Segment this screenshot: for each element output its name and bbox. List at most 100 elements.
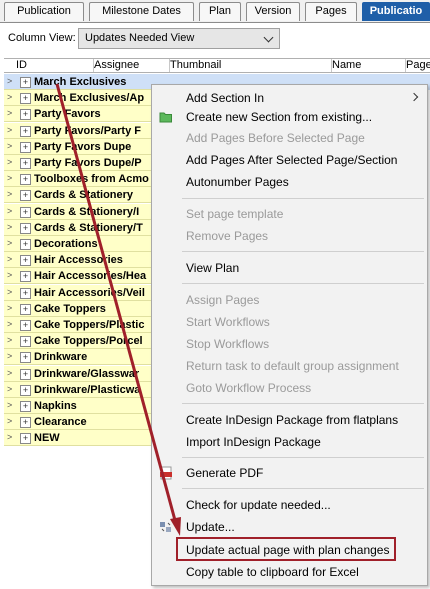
menu-item-stop-workflows[interactable]: Stop Workflows: [152, 333, 427, 355]
expand-icon[interactable]: +: [20, 433, 31, 445]
menu-separator: [182, 283, 424, 284]
tab-publication-active[interactable]: Publicatio: [362, 2, 430, 21]
expand-icon[interactable]: +: [20, 174, 31, 186]
expand-icon[interactable]: +: [20, 417, 31, 429]
row-arrow-icon: >: [7, 400, 13, 410]
column-view-label: Column View:: [8, 32, 76, 44]
menu-separator: [182, 198, 424, 199]
expand-icon[interactable]: +: [20, 336, 31, 348]
menu-item-add-pages-after[interactable]: Add Pages After Selected Page/Section: [152, 149, 427, 171]
tab-publication[interactable]: Publication: [4, 2, 84, 21]
menu-item-start-workflows[interactable]: Start Workflows: [152, 311, 427, 333]
menu-separator: [182, 403, 424, 404]
column-view-value: Updates Needed View: [85, 32, 195, 44]
expand-icon[interactable]: +: [20, 255, 31, 267]
menu-item-create-indesign-package[interactable]: Create InDesign Package from flatplans: [152, 409, 427, 431]
menu-separator: [182, 251, 424, 252]
section-name: Clearance: [34, 416, 87, 429]
expand-icon[interactable]: +: [20, 125, 31, 137]
expand-icon[interactable]: +: [20, 303, 31, 315]
section-name: Toolboxes from Acmo: [34, 173, 149, 186]
tab-version[interactable]: Version: [246, 2, 300, 21]
menu-item-autonumber-pages[interactable]: Autonumber Pages: [152, 171, 427, 193]
tab-pages[interactable]: Pages: [305, 2, 357, 21]
expand-icon[interactable]: +: [20, 239, 31, 250]
row-arrow-icon: >: [7, 302, 13, 313]
menu-separator: [182, 457, 424, 458]
section-name: Drinkware/Plasticwa: [34, 383, 141, 396]
annotation-highlight-box: [176, 537, 396, 561]
menu-item-import-indesign-package[interactable]: Import InDesign Package: [152, 431, 427, 453]
row-arrow-icon: >: [7, 140, 13, 151]
row-arrow-icon: >: [7, 351, 13, 362]
expand-icon[interactable]: +: [20, 368, 31, 380]
expand-icon[interactable]: +: [20, 401, 31, 412]
section-name: Cake Toppers/Plastic: [34, 319, 145, 331]
section-name: March Exclusives/Ap: [34, 92, 145, 105]
section-name: March Exclusives: [34, 76, 127, 88]
expand-icon[interactable]: +: [20, 93, 31, 105]
menu-item-update[interactable]: Update...: [152, 516, 427, 538]
expand-icon[interactable]: +: [20, 206, 31, 218]
row-arrow-icon: >: [7, 221, 13, 232]
chevron-down-icon: [263, 32, 274, 43]
section-name: Cake Toppers: [34, 302, 106, 315]
menu-item-return-task[interactable]: Return task to default group assignment: [152, 355, 427, 377]
section-name: NEW: [34, 432, 60, 445]
column-header-assignee[interactable]: Assignee: [82, 59, 170, 72]
pdf-icon: [160, 466, 172, 480]
expand-icon[interactable]: +: [20, 271, 31, 283]
menu-item-remove-pages[interactable]: Remove Pages: [152, 225, 427, 247]
tab-milestone-dates[interactable]: Milestone Dates: [89, 2, 194, 21]
section-name: Party Favors/Party F: [34, 124, 141, 137]
section-name: Decorations: [34, 238, 98, 250]
section-name: Drinkware: [34, 351, 88, 364]
menu-item-copy-table[interactable]: Copy table to clipboard for Excel: [152, 561, 427, 583]
row-arrow-icon: >: [7, 108, 13, 119]
folder-icon: [159, 112, 172, 123]
expand-icon[interactable]: +: [20, 384, 31, 396]
menu-separator: [182, 488, 424, 489]
row-arrow-icon: >: [7, 383, 13, 394]
section-name: Hair Accessories: [34, 254, 123, 267]
expand-icon[interactable]: +: [20, 352, 31, 364]
expand-icon[interactable]: +: [20, 222, 31, 234]
expand-icon[interactable]: +: [20, 109, 31, 121]
column-header-thumbnail[interactable]: Thumbnail: [158, 59, 332, 72]
column-header-id[interactable]: ID: [4, 59, 94, 72]
row-arrow-icon: >: [7, 173, 13, 184]
column-view-select[interactable]: Updates Needed View: [78, 28, 280, 49]
menu-item-create-new-section[interactable]: Create new Section from existing...: [152, 106, 427, 128]
row-arrow-icon: >: [7, 189, 13, 200]
expand-icon[interactable]: +: [20, 190, 31, 202]
row-arrow-icon: >: [7, 205, 13, 216]
section-name: Party Favors Dupe: [34, 140, 132, 153]
chevron-right-icon: [409, 92, 419, 102]
menu-item-generate-pdf[interactable]: Generate PDF: [152, 462, 427, 484]
section-name: Drinkware/Glasswar: [34, 367, 140, 380]
menu-item-view-plan[interactable]: View Plan: [152, 257, 427, 279]
expand-icon[interactable]: +: [20, 158, 31, 169]
expand-icon[interactable]: +: [20, 141, 31, 153]
section-name: Napkins: [34, 400, 77, 412]
menu-item-check-for-update[interactable]: Check for update needed...: [152, 494, 427, 516]
row-arrow-icon: >: [7, 367, 13, 378]
row-arrow-icon: >: [7, 286, 13, 297]
menu-item-assign-pages[interactable]: Assign Pages: [152, 289, 427, 311]
column-header-page[interactable]: Page: [394, 59, 430, 72]
expand-icon[interactable]: +: [20, 77, 31, 88]
tab-plan[interactable]: Plan: [199, 2, 241, 21]
expand-icon[interactable]: +: [20, 320, 31, 331]
row-arrow-icon: >: [7, 92, 13, 103]
row-arrow-icon: >: [7, 238, 13, 248]
menu-item-add-pages-before[interactable]: Add Pages Before Selected Page: [152, 127, 427, 149]
row-arrow-icon: >: [7, 124, 13, 135]
menu-item-goto-workflow[interactable]: Goto Workflow Process: [152, 377, 427, 399]
expand-icon[interactable]: +: [20, 287, 31, 299]
grid-header: ID Assignee Thumbnail Name Page: [4, 59, 430, 73]
row-arrow-icon: >: [7, 432, 13, 443]
row-arrow-icon: >: [7, 76, 13, 86]
menu-item-set-page-template[interactable]: Set page template: [152, 203, 427, 225]
row-arrow-icon: >: [7, 157, 13, 167]
section-name: Hair Accessories/Veil: [34, 286, 145, 299]
